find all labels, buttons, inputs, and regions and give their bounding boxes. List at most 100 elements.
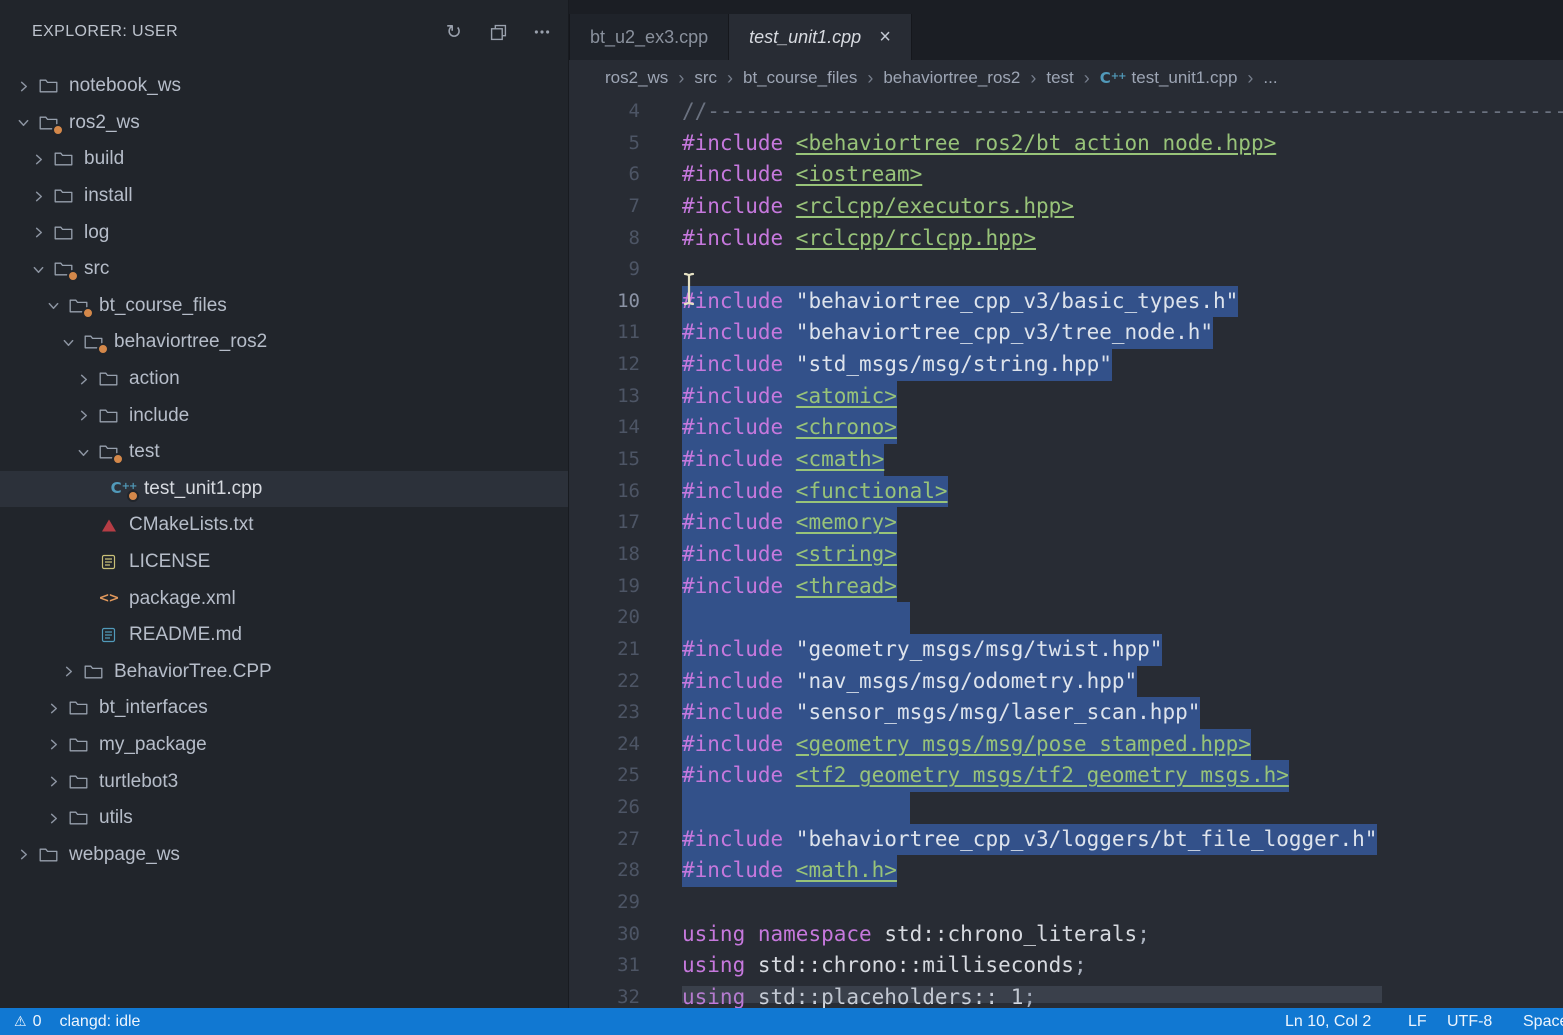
line-number[interactable]: 4 <box>569 96 640 128</box>
code-line-6[interactable]: 6#include <iostream> <box>569 159 1563 191</box>
line-number[interactable]: 20 <box>569 602 640 634</box>
line-number[interactable]: 8 <box>569 223 640 255</box>
code-line-10[interactable]: 10#include "behaviortree_cpp_v3/basic_ty… <box>569 286 1563 318</box>
tree-item-utils[interactable]: utils <box>0 800 568 837</box>
chevron-right-icon[interactable] <box>72 406 94 426</box>
tree-item-test[interactable]: test <box>0 434 568 471</box>
line-number[interactable]: 6 <box>569 159 640 191</box>
line-number[interactable]: 19 <box>569 571 640 603</box>
line-number[interactable]: 13 <box>569 381 640 413</box>
tree-item-include[interactable]: include <box>0 397 568 434</box>
chevron-down-icon[interactable] <box>27 259 49 279</box>
code-line-29[interactable]: 29 <box>569 887 1563 919</box>
line-number[interactable]: 30 <box>569 919 640 951</box>
line-number[interactable]: 29 <box>569 887 640 919</box>
breadcrumb-item[interactable]: behaviortree_ros2 <box>883 68 1020 88</box>
code-line-11[interactable]: 11#include "behaviortree_cpp_v3/tree_nod… <box>569 317 1563 349</box>
code-line-5[interactable]: 5#include <behaviortree_ros2/bt_action_n… <box>569 128 1563 160</box>
split-editor-icon[interactable] <box>488 22 508 42</box>
line-number[interactable]: 27 <box>569 824 640 856</box>
code-line-20[interactable]: 20 <box>569 602 1563 634</box>
tree-item-log[interactable]: log <box>0 214 568 251</box>
breadcrumb-item[interactable]: src <box>694 68 717 88</box>
line-number[interactable]: 5 <box>569 128 640 160</box>
code-line-8[interactable]: 8#include <rclcpp/rclcpp.hpp> <box>569 223 1563 255</box>
code-line-26[interactable]: 26 <box>569 792 1563 824</box>
chevron-down-icon[interactable] <box>42 296 64 316</box>
code-line-15[interactable]: 15#include <cmath> <box>569 444 1563 476</box>
code-line-22[interactable]: 22#include "nav_msgs/msg/odometry.hpp" <box>569 666 1563 698</box>
tree-item-src[interactable]: src <box>0 251 568 288</box>
tree-item-turtlebot3[interactable]: turtlebot3 <box>0 763 568 800</box>
line-number[interactable]: 31 <box>569 950 640 982</box>
tree-item-LICENSE[interactable]: LICENSE <box>0 544 568 581</box>
line-number[interactable]: 24 <box>569 729 640 761</box>
code-line-7[interactable]: 7#include <rclcpp/executors.hpp> <box>569 191 1563 223</box>
code-line-21[interactable]: 21#include "geometry_msgs/msg/twist.hpp" <box>569 634 1563 666</box>
tree-item-build[interactable]: build <box>0 141 568 178</box>
code-line-12[interactable]: 12#include "std_msgs/msg/string.hpp" <box>569 349 1563 381</box>
code-line-19[interactable]: 19#include <thread> <box>569 571 1563 603</box>
chevron-right-icon[interactable] <box>42 772 64 792</box>
chevron-right-icon[interactable] <box>42 808 64 828</box>
code-line-13[interactable]: 13#include <atomic> <box>569 381 1563 413</box>
line-number[interactable]: 16 <box>569 476 640 508</box>
tree-item-bt_course_files[interactable]: bt_course_files <box>0 288 568 325</box>
code-line-25[interactable]: 25#include <tf2_geometry_msgs/tf2_geomet… <box>569 760 1563 792</box>
line-number[interactable]: 9 <box>569 254 640 286</box>
line-number[interactable]: 15 <box>569 444 640 476</box>
code-line-16[interactable]: 16#include <functional> <box>569 476 1563 508</box>
ellipsis-icon[interactable] <box>532 22 552 42</box>
breadcrumb-item[interactable]: ... <box>1263 68 1277 88</box>
tree-item-test_unit1.cpp[interactable]: C++test_unit1.cpp <box>0 471 568 508</box>
tab-bt_u2_ex3.cpp[interactable]: bt_u2_ex3.cpp <box>569 14 729 60</box>
breadcrumb-item[interactable]: test <box>1046 68 1073 88</box>
code-line-9[interactable]: 9 <box>569 254 1563 286</box>
code-line-24[interactable]: 24#include <geometry_msgs/msg/pose_stamp… <box>569 729 1563 761</box>
code-line-17[interactable]: 17#include <memory> <box>569 507 1563 539</box>
breadcrumb-item[interactable]: bt_course_files <box>743 68 857 88</box>
chevron-right-icon[interactable] <box>12 845 34 865</box>
status-right-3[interactable]: Spaces: 4 <box>1523 1008 1563 1035</box>
chevron-right-icon[interactable] <box>72 369 94 389</box>
tree-item-install[interactable]: install <box>0 178 568 215</box>
chevron-right-icon[interactable] <box>42 735 64 755</box>
tree-item-BehaviorTree.CPP[interactable]: BehaviorTree.CPP <box>0 654 568 691</box>
line-number[interactable]: 26 <box>569 792 640 824</box>
chevron-down-icon[interactable] <box>57 332 79 352</box>
breadcrumb-item[interactable]: ros2_ws <box>605 68 668 88</box>
line-number[interactable]: 22 <box>569 666 640 698</box>
line-number[interactable]: 21 <box>569 634 640 666</box>
code-editor[interactable]: 4//-------------------------------------… <box>569 96 1563 1008</box>
tree-item-ros2_ws[interactable]: ros2_ws <box>0 105 568 142</box>
line-number[interactable]: 7 <box>569 191 640 223</box>
tree-item-notebook_ws[interactable]: notebook_ws <box>0 68 568 105</box>
chevron-right-icon[interactable] <box>27 186 49 206</box>
chevron-right-icon[interactable] <box>12 76 34 96</box>
status-problems[interactable]: ⚠0 <box>14 1013 41 1031</box>
code-line-27[interactable]: 27#include "behaviortree_cpp_v3/loggers/… <box>569 824 1563 856</box>
chevron-down-icon[interactable] <box>72 442 94 462</box>
tree-item-behaviortree_ros2[interactable]: behaviortree_ros2 <box>0 324 568 361</box>
code-line-23[interactable]: 23#include "sensor_msgs/msg/laser_scan.h… <box>569 697 1563 729</box>
status-right-0[interactable]: Ln 10, Col 2 <box>1285 1008 1371 1035</box>
code-line-28[interactable]: 28#include <math.h> <box>569 855 1563 887</box>
line-number[interactable]: 12 <box>569 349 640 381</box>
line-number[interactable]: 11 <box>569 317 640 349</box>
close-icon[interactable]: × <box>879 27 891 47</box>
chevron-right-icon[interactable] <box>57 662 79 682</box>
line-number[interactable]: 10 <box>569 286 640 318</box>
line-number[interactable]: 23 <box>569 697 640 729</box>
tree-item-action[interactable]: action <box>0 361 568 398</box>
status-clangd-status[interactable]: clangd: idle <box>59 1013 140 1031</box>
status-right-1[interactable]: LF <box>1408 1008 1427 1035</box>
tree-item-package.xml[interactable]: <>package.xml <box>0 580 568 617</box>
breadcrumb-item[interactable]: C++test_unit1.cpp <box>1100 68 1238 88</box>
tree-item-bt_interfaces[interactable]: bt_interfaces <box>0 690 568 727</box>
chevron-down-icon[interactable] <box>12 113 34 133</box>
tree-item-webpage_ws[interactable]: webpage_ws <box>0 836 568 873</box>
chevron-right-icon[interactable] <box>27 223 49 243</box>
line-number[interactable]: 17 <box>569 507 640 539</box>
line-number[interactable]: 14 <box>569 412 640 444</box>
line-number[interactable]: 18 <box>569 539 640 571</box>
